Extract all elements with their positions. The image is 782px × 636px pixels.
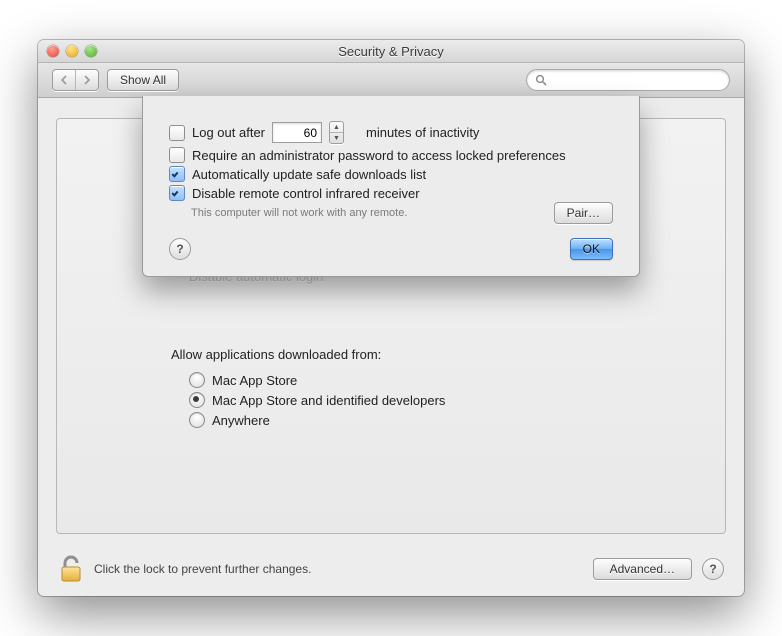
window-title: Security & Privacy bbox=[38, 44, 744, 59]
logout-checkbox[interactable] bbox=[169, 125, 185, 141]
require-admin-row: Require an administrator password to acc… bbox=[169, 147, 613, 163]
advanced-button[interactable]: Advanced… bbox=[593, 558, 692, 580]
gatekeeper-option[interactable]: Mac App Store bbox=[189, 372, 445, 388]
logout-label-before: Log out after bbox=[192, 125, 265, 140]
disable-ir-label: Disable remote control infrared receiver bbox=[192, 186, 420, 201]
gatekeeper-option[interactable]: Mac App Store and identified developers bbox=[189, 392, 445, 408]
auto-update-label: Automatically update safe downloads list bbox=[192, 167, 426, 182]
logout-row: Log out after ▲▼ minutes of inactivity bbox=[169, 121, 613, 144]
titlebar: Security & Privacy bbox=[38, 40, 744, 63]
advanced-sheet: Log out after ▲▼ minutes of inactivity R… bbox=[142, 96, 640, 277]
logout-minutes-field[interactable] bbox=[272, 122, 322, 143]
gatekeeper-option[interactable]: Anywhere bbox=[189, 412, 445, 428]
window-controls bbox=[47, 45, 97, 57]
radio-icon[interactable] bbox=[189, 372, 205, 388]
stepper-down-icon[interactable]: ▼ bbox=[330, 132, 343, 143]
gatekeeper-option-label: Anywhere bbox=[212, 413, 270, 428]
logout-label-after: minutes of inactivity bbox=[366, 125, 479, 140]
radio-icon[interactable] bbox=[189, 412, 205, 428]
forward-icon[interactable] bbox=[75, 70, 98, 90]
zoom-icon[interactable] bbox=[85, 45, 97, 57]
pair-button[interactable]: Pair… bbox=[554, 202, 613, 224]
gatekeeper-option-label: Mac App Store and identified developers bbox=[212, 393, 445, 408]
help-icon[interactable]: ? bbox=[702, 558, 724, 580]
logout-stepper[interactable]: ▲▼ bbox=[329, 121, 344, 144]
gatekeeper-option-label: Mac App Store bbox=[212, 373, 297, 388]
ok-button[interactable]: OK bbox=[570, 238, 613, 260]
search-input[interactable] bbox=[553, 72, 721, 88]
nav-back-forward[interactable] bbox=[52, 69, 99, 91]
close-icon[interactable] bbox=[47, 45, 59, 57]
gatekeeper-heading: Allow applications downloaded from: bbox=[171, 347, 445, 362]
lock-icon[interactable] bbox=[58, 554, 84, 584]
disable-ir-row: Disable remote control infrared receiver bbox=[169, 185, 613, 201]
minimize-icon[interactable] bbox=[66, 45, 78, 57]
search-icon bbox=[535, 74, 547, 86]
footer: Click the lock to prevent further change… bbox=[38, 542, 744, 596]
stepper-up-icon[interactable]: ▲ bbox=[330, 122, 343, 132]
show-all-button[interactable]: Show All bbox=[107, 69, 179, 91]
auto-update-row: Automatically update safe downloads list bbox=[169, 166, 613, 182]
gatekeeper-section: Allow applications downloaded from: Mac … bbox=[171, 347, 445, 432]
radio-icon[interactable] bbox=[189, 392, 205, 408]
lock-hint: Click the lock to prevent further change… bbox=[94, 562, 311, 576]
back-icon[interactable] bbox=[53, 70, 75, 90]
auto-update-checkbox[interactable] bbox=[169, 166, 185, 182]
require-admin-label: Require an administrator password to acc… bbox=[192, 148, 566, 163]
ir-hint: This computer will not work with any rem… bbox=[191, 207, 407, 219]
disable-ir-checkbox[interactable] bbox=[169, 185, 185, 201]
require-admin-checkbox[interactable] bbox=[169, 147, 185, 163]
toolbar: Show All bbox=[38, 63, 744, 98]
search-field[interactable] bbox=[526, 69, 730, 91]
sheet-help-icon[interactable]: ? bbox=[169, 238, 191, 260]
preferences-window: Security & Privacy Show All Privacy Chan… bbox=[38, 40, 744, 596]
